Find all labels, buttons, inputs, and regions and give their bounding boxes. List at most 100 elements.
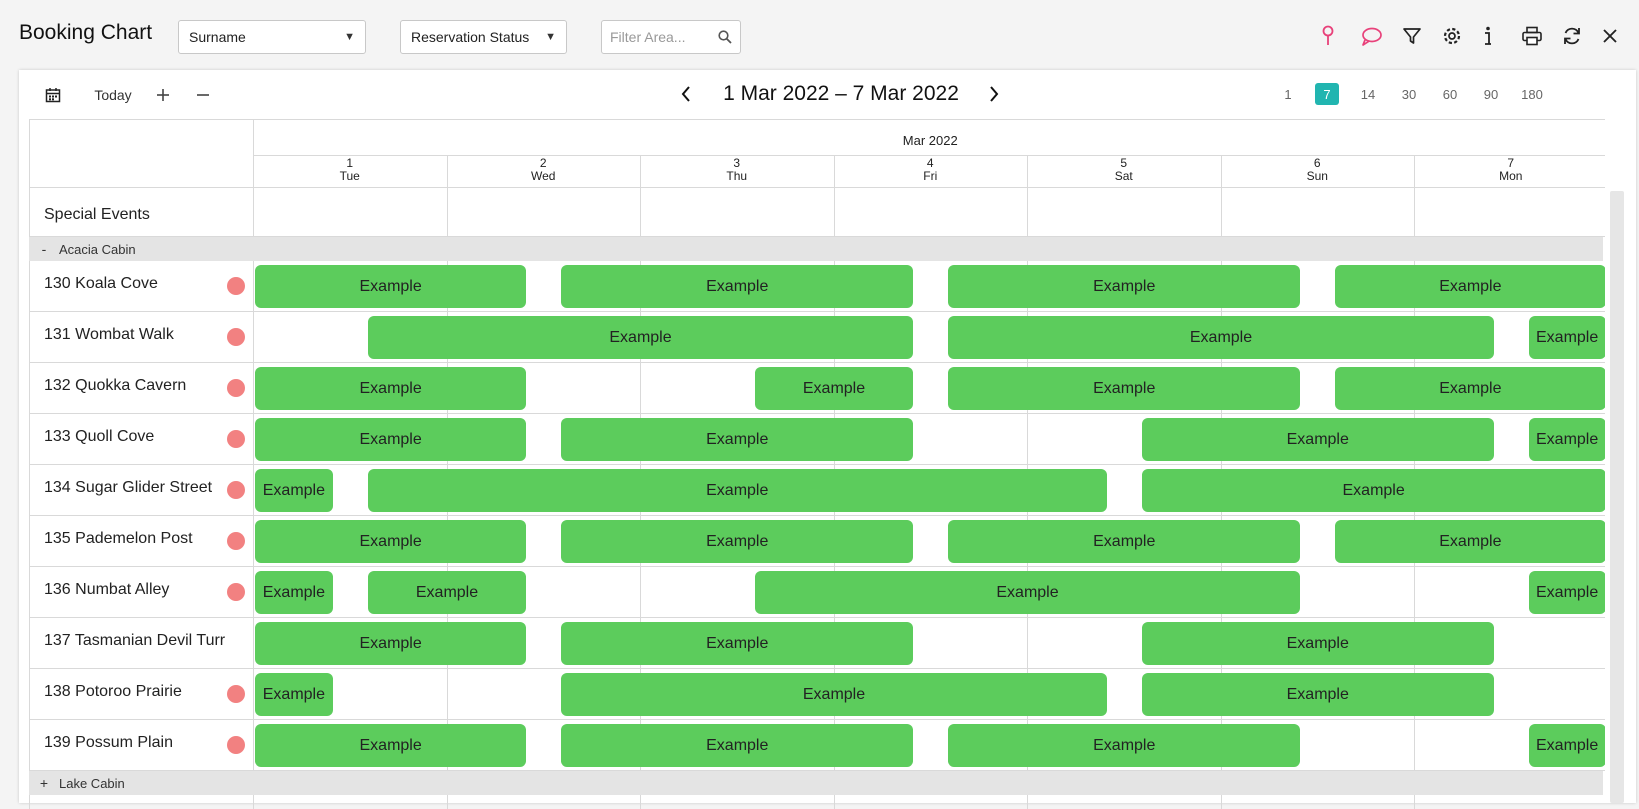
booking-block[interactable]: Example — [255, 469, 333, 512]
zoom-option-1[interactable]: 1 — [1273, 83, 1303, 105]
comment-icon[interactable] — [1359, 23, 1385, 49]
status-select-value: Reservation Status — [411, 29, 530, 45]
booking-block[interactable]: Example — [561, 520, 914, 563]
booking-block[interactable]: Example — [255, 520, 527, 563]
search-icon — [718, 30, 732, 44]
filter-placeholder: Filter Area... — [610, 29, 686, 45]
booking-block[interactable]: Example — [561, 418, 914, 461]
booking-block[interactable]: Example — [255, 367, 527, 410]
row-divider — [29, 413, 1605, 414]
room-label[interactable]: 131 Wombat Walk — [44, 326, 244, 344]
row-divider — [29, 515, 1605, 516]
booking-block[interactable]: Example — [561, 265, 914, 308]
booking-block[interactable]: Example — [561, 622, 914, 665]
booking-block[interactable]: Example — [1141, 673, 1494, 716]
booking-block[interactable]: Example — [948, 316, 1494, 359]
gear-icon[interactable] — [1439, 23, 1465, 49]
map-pin-icon[interactable] — [1315, 23, 1341, 49]
booking-block[interactable]: Example — [255, 622, 527, 665]
close-icon[interactable] — [1597, 23, 1623, 49]
booking-block[interactable]: Example — [367, 571, 527, 614]
header-bottom — [29, 187, 1605, 188]
day-header-6: 6 Sun — [1221, 157, 1415, 187]
booking-block[interactable]: Example — [1528, 724, 1605, 767]
calendar-icon[interactable] — [42, 84, 64, 106]
group-header[interactable]: - Acacia Cabin — [29, 237, 1603, 261]
reservation-status-select[interactable]: Reservation Status ▼ — [400, 20, 567, 54]
sort-select[interactable]: Surname ▼ — [178, 20, 366, 54]
day-header-4: 4 Fri — [834, 157, 1028, 187]
booking-block[interactable]: Example — [367, 316, 914, 359]
booking-block[interactable]: Example — [948, 724, 1301, 767]
booking-block[interactable]: Example — [1335, 367, 1605, 410]
room-status-dot — [227, 430, 245, 448]
booking-block[interactable]: Example — [255, 265, 527, 308]
room-label[interactable]: 133 Quoll Cove — [44, 428, 244, 446]
room-label[interactable]: 139 Possum Plain — [44, 734, 244, 752]
minus-icon — [197, 94, 209, 96]
collapse-icon[interactable]: - — [29, 241, 59, 257]
today-button[interactable]: Today — [88, 84, 138, 106]
room-label[interactable]: 132 Quokka Cavern — [44, 377, 244, 395]
zoom-out-button[interactable] — [191, 83, 215, 107]
booking-block[interactable]: Example — [561, 673, 1107, 716]
booking-block[interactable]: Example — [367, 469, 1107, 512]
room-label[interactable]: 135 Pademelon Post — [44, 530, 244, 548]
booking-block[interactable]: Example — [1528, 418, 1605, 461]
day-of-week: Sun — [1306, 169, 1328, 183]
expand-icon[interactable]: + — [29, 775, 59, 791]
chevron-left-icon — [681, 86, 690, 102]
refresh-icon[interactable] — [1559, 23, 1585, 49]
booking-block[interactable]: Example — [948, 520, 1301, 563]
day-of-week: Sat — [1114, 169, 1133, 183]
booking-block[interactable]: Example — [1141, 469, 1605, 512]
zoom-option-90[interactable]: 90 — [1476, 83, 1506, 105]
day-of-week: Fri — [923, 169, 938, 183]
room-label[interactable]: 130 Koala Cove — [44, 275, 244, 293]
filter-area-input[interactable]: Filter Area... — [601, 20, 741, 54]
day-header-5: 5 Sat — [1027, 157, 1221, 187]
room-label[interactable]: 136 Numbat Alley — [44, 581, 244, 599]
zoom-option-14[interactable]: 14 — [1353, 83, 1383, 105]
booking-block[interactable]: Example — [1141, 418, 1494, 461]
booking-block[interactable]: Example — [1141, 622, 1494, 665]
row-divider — [29, 668, 1605, 669]
zoom-in-button[interactable] — [151, 83, 175, 107]
booking-block[interactable]: Example — [1335, 520, 1605, 563]
prev-week-button[interactable] — [674, 81, 698, 107]
zoom-option-60[interactable]: 60 — [1435, 83, 1465, 105]
booking-block[interactable]: Example — [1528, 316, 1605, 359]
group-name: Lake Cabin — [59, 775, 125, 791]
room-label[interactable]: 137 Tasmanian Devil Turr — [44, 632, 244, 650]
booking-block[interactable]: Example — [1335, 265, 1605, 308]
booking-block[interactable]: Example — [255, 571, 333, 614]
booking-block[interactable]: Example — [255, 418, 527, 461]
group-header[interactable]: + Lake Cabin — [29, 771, 1603, 795]
booking-block[interactable]: Example — [1528, 571, 1605, 614]
zoom-option-7[interactable]: 7 — [1315, 83, 1339, 105]
print-icon[interactable] — [1519, 23, 1545, 49]
day-header-7: 7 Mon — [1414, 157, 1605, 187]
room-status-dot — [227, 736, 245, 754]
group-name: Acacia Cabin — [59, 241, 136, 257]
zoom-option-30[interactable]: 30 — [1394, 83, 1424, 105]
chevron-down-icon: ▼ — [545, 31, 556, 43]
next-week-button[interactable] — [982, 81, 1006, 107]
booking-block[interactable]: Example — [754, 571, 1301, 614]
zoom-option-180[interactable]: 180 — [1517, 83, 1547, 105]
day-of-week: Wed — [531, 169, 556, 183]
booking-block[interactable]: Example — [948, 367, 1301, 410]
filter-icon[interactable] — [1399, 23, 1425, 49]
booking-block[interactable]: Example — [255, 673, 333, 716]
booking-block[interactable]: Example — [561, 724, 914, 767]
room-label[interactable]: 138 Potoroo Prairie — [44, 683, 244, 701]
booking-block[interactable]: Example — [255, 724, 527, 767]
booking-block[interactable]: Example — [754, 367, 914, 410]
row-divider — [29, 311, 1605, 312]
day-header-3: 3 Thu — [640, 157, 834, 187]
booking-block[interactable]: Example — [948, 265, 1301, 308]
room-status-dot — [227, 685, 245, 703]
room-label[interactable]: 134 Sugar Glider Street — [44, 479, 244, 497]
info-icon[interactable] — [1475, 23, 1501, 49]
vertical-scrollbar[interactable] — [1610, 191, 1624, 803]
